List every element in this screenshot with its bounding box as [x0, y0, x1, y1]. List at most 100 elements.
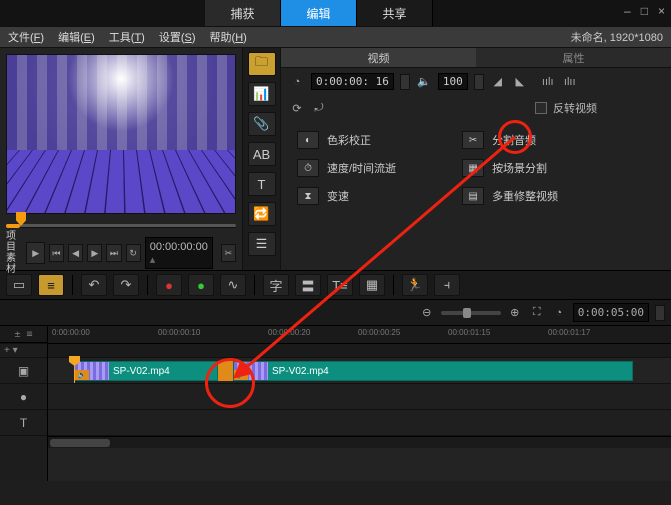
- tab-edit[interactable]: 编辑: [281, 0, 357, 26]
- audio-button[interactable]: ☰: [248, 232, 276, 256]
- redo-button[interactable]: ↷: [113, 274, 139, 296]
- title-track[interactable]: [48, 410, 671, 436]
- zoom-in-button[interactable]: ⊕: [507, 305, 523, 321]
- track-add-head[interactable]: + ▾: [0, 344, 47, 358]
- auto-subtitle-button[interactable]: 〓: [295, 274, 321, 296]
- subtitle-button[interactable]: 字: [263, 274, 289, 296]
- variable-speed-button[interactable]: ⧗变速: [297, 187, 396, 205]
- ruler-tick: 00:00:01:17: [548, 328, 590, 337]
- tab-capture[interactable]: 捕获: [205, 0, 281, 26]
- color-correction-icon: ◐: [297, 131, 319, 149]
- playhead[interactable]: [74, 358, 75, 383]
- panel-tab-attribute[interactable]: 属性: [476, 48, 671, 67]
- go-end-button[interactable]: ⏭: [106, 244, 121, 262]
- clip-audio-icon: 🔈: [234, 370, 248, 380]
- transitions-button[interactable]: 📊: [248, 82, 276, 106]
- overlay-track[interactable]: [48, 384, 671, 410]
- menu-edit[interactable]: 编辑(E): [58, 29, 95, 45]
- reverse-video-checkbox[interactable]: [535, 102, 547, 114]
- window-minimize[interactable]: –: [624, 4, 631, 18]
- multi-trim-icon: ▤: [462, 187, 484, 205]
- window-maximize[interactable]: □: [641, 4, 648, 18]
- split-clip-button[interactable]: ✂: [221, 244, 236, 262]
- mixer-button[interactable]: ⫞: [434, 274, 460, 296]
- duration-icon: ◔: [289, 74, 305, 90]
- clip-audio-icon: 🔈: [75, 370, 89, 380]
- go-start-button[interactable]: ⏮: [49, 244, 64, 262]
- timeline-timecode[interactable]: 0:00:05:00: [573, 303, 649, 322]
- variable-speed-icon: ⧗: [297, 187, 319, 205]
- menu-help[interactable]: 帮助(H): [210, 29, 247, 45]
- grid-button[interactable]: ▦: [359, 274, 385, 296]
- timeline-tc-spinner[interactable]: [655, 305, 665, 321]
- next-frame-button[interactable]: ▶: [87, 244, 102, 262]
- ruler-tick: 00:00:00:25: [358, 328, 400, 337]
- volume-field[interactable]: 100: [438, 73, 468, 90]
- filters-button[interactable]: 📎: [248, 112, 276, 136]
- scene-icon: ▦: [462, 159, 484, 177]
- video-track[interactable]: SP-V02.mp4 🔈 SP-V02.mp4 🔈: [48, 358, 671, 384]
- ruler-tick: 00:00:00:10: [158, 328, 200, 337]
- duration-spinner[interactable]: [400, 74, 410, 90]
- menu-tool[interactable]: 工具(T): [109, 29, 145, 45]
- time-ruler[interactable]: 0:00:00:00 00:00:00:10 00:00:00:20 00:00…: [48, 326, 671, 344]
- trim-bar[interactable]: [6, 216, 236, 238]
- storyboard-view-button[interactable]: ▭: [6, 274, 32, 296]
- speed-time-button[interactable]: ⏱速度/时间流逝: [297, 159, 396, 177]
- fit-timeline-button[interactable]: ⛶: [529, 305, 545, 321]
- play-button[interactable]: ▶: [26, 242, 44, 264]
- reverse-video-label: 反转视频: [553, 100, 597, 116]
- ruler-head: ± ≡: [0, 326, 47, 344]
- volume-spinner[interactable]: [474, 74, 484, 90]
- clip-name: SP-V02.mp4: [109, 366, 174, 377]
- video-track-head[interactable]: ▣: [0, 358, 47, 384]
- zoom-slider[interactable]: [441, 311, 501, 315]
- ruler-tick: 00:00:01:15: [448, 328, 490, 337]
- title-tool-button[interactable]: T≡: [327, 274, 353, 296]
- overlay-track-head[interactable]: ●: [0, 384, 47, 410]
- media-library-button[interactable]: 🗀: [248, 52, 276, 76]
- timeline-scrollbar[interactable]: [48, 436, 671, 448]
- audio-wave-button[interactable]: ∿: [220, 274, 246, 296]
- speed-icon: ⏱: [297, 159, 319, 177]
- ruler-tick: 0:00:00:00: [52, 328, 90, 337]
- zoom-out-button[interactable]: ⊖: [419, 305, 435, 321]
- project-title: 未命名, 1920*1080: [571, 29, 663, 45]
- audio-filter-icon[interactable]: ıılı: [540, 74, 556, 90]
- window-close[interactable]: ×: [658, 4, 665, 18]
- duration-field[interactable]: 0:00:00: 16: [311, 73, 394, 90]
- multi-trim-button[interactable]: ▤多重修整视频: [462, 187, 558, 205]
- color-correction-button[interactable]: ◐色彩校正: [297, 131, 396, 149]
- preview-monitor[interactable]: [6, 54, 236, 214]
- track-add-strip[interactable]: [48, 344, 671, 358]
- record-green-button[interactable]: ●: [188, 274, 214, 296]
- title-button[interactable]: AB: [248, 142, 276, 166]
- menu-file[interactable]: 文件(F): [8, 29, 44, 45]
- ruler-tick: 00:00:00:20: [268, 328, 310, 337]
- flip-icon[interactable]: ⤾: [311, 100, 327, 116]
- fade-out-icon[interactable]: ◣: [512, 74, 528, 90]
- audio-filter2-icon[interactable]: ılıı: [562, 74, 578, 90]
- preview-timecode[interactable]: 00:00:00:00 ▴: [145, 237, 213, 269]
- timeline-view-button[interactable]: ≡: [38, 274, 64, 296]
- prev-frame-button[interactable]: ◀: [68, 244, 83, 262]
- rotate-icon[interactable]: ⟳: [289, 100, 305, 116]
- motion-button[interactable]: 🏃: [402, 274, 428, 296]
- loop-button[interactable]: ↻: [126, 244, 141, 262]
- record-button[interactable]: ●: [156, 274, 182, 296]
- menu-settings[interactable]: 设置(S): [159, 29, 196, 45]
- split-audio-button[interactable]: ✂分割音频: [462, 131, 558, 149]
- clip-name: SP-V02.mp4: [268, 366, 333, 377]
- split-audio-icon: ✂: [462, 131, 484, 149]
- undo-button[interactable]: ↶: [81, 274, 107, 296]
- clip-1[interactable]: SP-V02.mp4 🔈: [74, 361, 218, 381]
- graphics-button[interactable]: 🔁: [248, 202, 276, 226]
- fade-in-icon[interactable]: ◢: [490, 74, 506, 90]
- clip-2[interactable]: SP-V02.mp4 🔈: [233, 361, 633, 381]
- tab-share[interactable]: 共享: [357, 0, 433, 26]
- split-by-scene-button[interactable]: ▦按场景分割: [462, 159, 558, 177]
- text-button[interactable]: T: [248, 172, 276, 196]
- clip-gap[interactable]: [218, 361, 233, 381]
- title-track-head[interactable]: T: [0, 410, 47, 436]
- panel-tab-video[interactable]: 视频: [281, 48, 476, 67]
